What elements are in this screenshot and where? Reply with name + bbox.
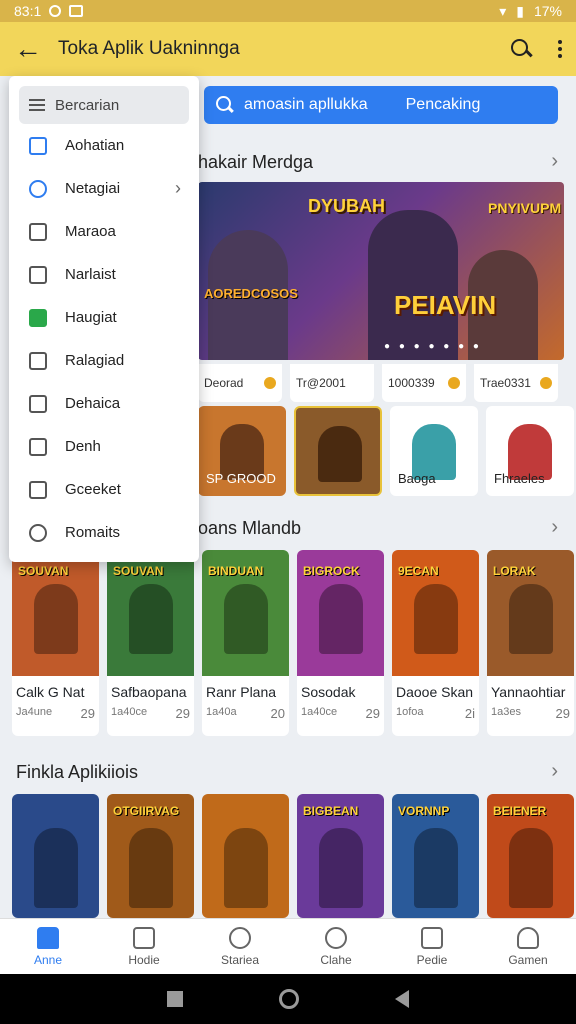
list-item[interactable]: Trae0331 — [474, 364, 558, 402]
search-icon — [216, 96, 234, 114]
status-time: 83:1 — [14, 3, 42, 19]
bookmark-icon — [29, 437, 47, 456]
carousel-dots: ● ● ● ● ● ● ● — [384, 341, 482, 352]
mini-row: Deorad Tr@2001 1000339 Trae0331 — [198, 364, 558, 402]
profile-icon — [517, 926, 539, 949]
box-icon — [29, 222, 47, 241]
app-card[interactable]: BIGBEAN — [297, 794, 384, 918]
search-icon — [229, 926, 251, 949]
nav-item-chat[interactable]: Clahe — [288, 919, 384, 974]
nav-item-profile[interactable]: Gamen — [480, 919, 576, 974]
drawer-item[interactable]: Romaits — [19, 511, 189, 554]
app-card[interactable]: BEIENER — [487, 794, 574, 918]
home-button[interactable] — [279, 989, 299, 1009]
system-navigation — [0, 974, 576, 1024]
chevron-right-icon: › — [175, 178, 181, 198]
banner-center-text: PEIAVIN — [394, 290, 497, 320]
recents-button[interactable] — [167, 991, 183, 1007]
drawer-item[interactable]: Ralagiad — [19, 339, 189, 382]
app-tile[interactable]: Baoga — [390, 406, 478, 496]
green-tag-icon — [29, 308, 47, 327]
section-title: hakair Merdga — [198, 152, 314, 172]
app-card[interactable]: SOUVAN Safbaopana 1a40ce 29 — [107, 550, 194, 736]
list-item[interactable]: Tr@2001 — [290, 364, 374, 402]
chevron-right-icon[interactable]: › — [551, 760, 558, 783]
app-card-row: OTGIIRVAG BIGBEAN VORNNP BEIENER — [12, 794, 574, 918]
folder-icon — [29, 394, 47, 413]
wifi-icon: ▾ — [499, 2, 507, 19]
search-secondary[interactable]: Pencaking — [406, 96, 481, 114]
back-system-button[interactable] — [395, 990, 409, 1008]
message-icon — [69, 5, 84, 17]
app-tile[interactable] — [294, 406, 382, 496]
back-button[interactable]: ← — [14, 35, 46, 63]
banner-title: DYUBAH — [308, 196, 386, 216]
network-icon — [29, 179, 47, 198]
list-item[interactable]: 1000339 — [382, 364, 466, 402]
section-title: oans Mlandb — [198, 518, 302, 538]
nav-item-home[interactable]: Anne — [0, 919, 96, 974]
lock-icon — [29, 351, 47, 370]
drawer-item[interactable]: Maraoa — [19, 210, 189, 253]
app-card[interactable]: SOUVAN Calk G Nat Ja4une 29 — [12, 550, 99, 736]
list-item[interactable]: Deorad — [198, 364, 282, 402]
app-card[interactable] — [12, 794, 99, 918]
drawer-item[interactable]: Netagiai › — [19, 167, 189, 210]
app-card[interactable]: 9ECAN Daooe Skan 1ofoa 2i — [392, 550, 479, 736]
navigation-drawer: Bercarian Aohatian Netagiai › Maraoa Narl… — [9, 76, 199, 562]
section-title: Finkla Aplikiiois — [16, 762, 139, 782]
app-card[interactable]: VORNNP — [392, 794, 479, 918]
search-bar[interactable]: amoasin apllukka Pencaking — [204, 86, 558, 124]
drawer-item[interactable]: Aohatian — [19, 124, 189, 167]
drawer-search[interactable]: Bercarian — [19, 86, 189, 124]
store-icon — [421, 926, 443, 949]
drawer-item[interactable]: Gceeket — [19, 468, 189, 511]
page-title: Toka Aplik Uakninnga — [58, 38, 240, 59]
camera-icon — [29, 480, 47, 499]
app-tile[interactable]: SP GROOD — [198, 406, 286, 496]
coin-icon — [448, 377, 460, 389]
chevron-right-icon[interactable]: › — [551, 150, 558, 173]
news-icon — [133, 926, 155, 949]
banner-title-right: PNYIVUPM — [488, 200, 562, 216]
app-card[interactable] — [202, 794, 289, 918]
hero-figure — [368, 210, 458, 360]
drawer-item[interactable]: Dehaica — [19, 382, 189, 425]
featured-banner[interactable]: DYUBAH PNYIVUPM AOREDCOSOS PEIAVIN ● ● ●… — [198, 182, 564, 360]
app-icon — [29, 136, 47, 155]
nav-item-news[interactable]: Hodie — [96, 919, 192, 974]
battery-icon: ▮ — [516, 2, 524, 19]
menu-lines-icon — [29, 99, 45, 111]
app-tile[interactable]: Fhraeles — [486, 406, 574, 496]
app-card[interactable]: BINDUAN Ranr Plana 1a40a 20 — [202, 550, 289, 736]
drawer-item[interactable]: Denh — [19, 425, 189, 468]
battery-level: 17% — [533, 3, 562, 19]
coin-icon — [264, 377, 276, 389]
banner-subtitle: AOREDCOSOS — [204, 286, 298, 301]
search-icon[interactable] — [510, 38, 532, 60]
coin-icon — [540, 377, 552, 389]
nav-item-store[interactable]: Pedie — [384, 919, 480, 974]
drawer-item[interactable]: Haugiat — [19, 296, 189, 339]
app-card[interactable]: LORAK Yannaohtiar 1a3es 29 — [487, 550, 574, 736]
app-card-row: SOUVAN Calk G Nat Ja4une 29 SOUVAN Safbaopan… — [12, 550, 574, 736]
drawer-item[interactable]: Narlaist — [19, 253, 189, 296]
sync-icon — [49, 5, 62, 17]
search-input[interactable]: amoasin apllukka — [244, 96, 368, 114]
nav-item-search[interactable]: Stariea — [192, 919, 288, 974]
app-card[interactable]: BIGROCK Sosodak 1a40ce 29 — [297, 550, 384, 736]
link-icon — [29, 523, 47, 542]
more-options-icon[interactable] — [558, 40, 562, 58]
chat-icon — [325, 926, 347, 949]
status-bar: 83:1 ▾ ▮ 17% — [0, 0, 576, 22]
chevron-right-icon[interactable]: › — [551, 516, 558, 539]
bottom-navigation: Anne Hodie Stariea Clahe Pedie Gamen — [0, 918, 576, 974]
tile-row: SP GROOD Baoga Fhraeles — [198, 406, 574, 496]
app-card[interactable]: OTGIIRVAG — [107, 794, 194, 918]
app-bar: ← Toka Aplik Uakninnga — [0, 22, 576, 76]
home-icon — [37, 926, 59, 949]
calendar-icon — [29, 265, 47, 284]
